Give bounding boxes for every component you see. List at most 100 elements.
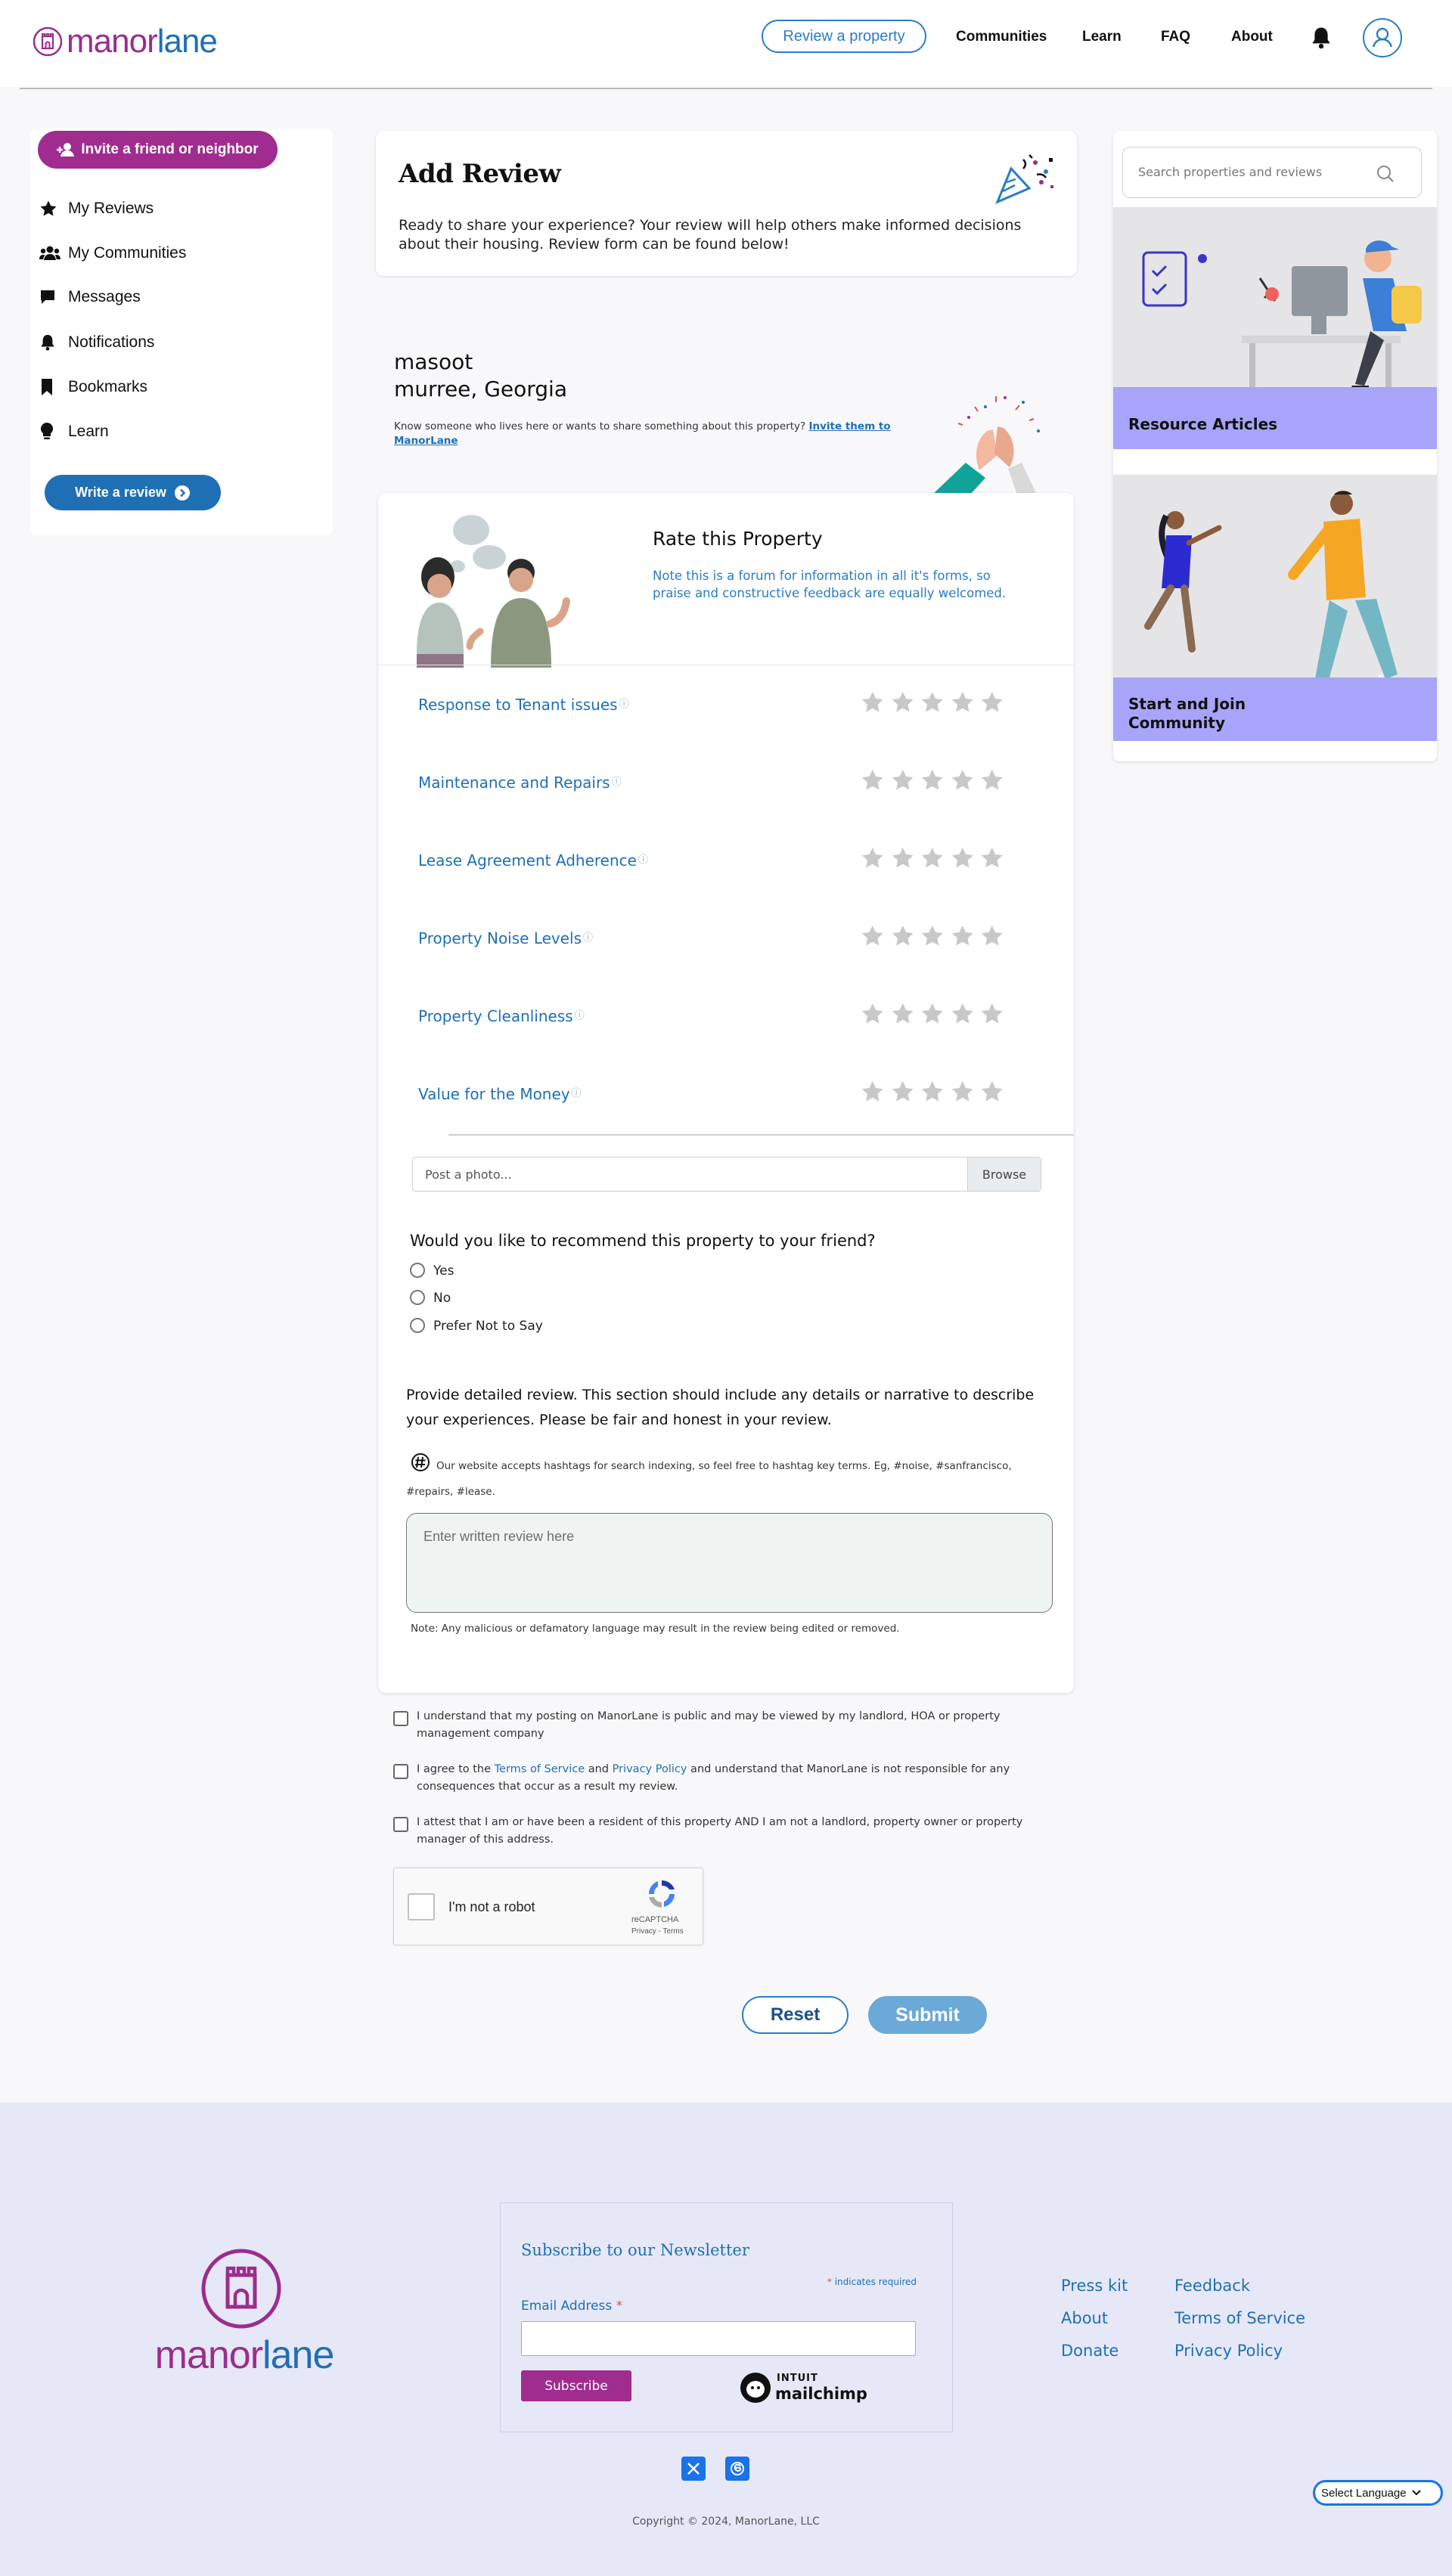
photo-upload[interactable]: Post a photo... Browse	[412, 1157, 1041, 1192]
logo[interactable]: manor lane	[32, 23, 218, 60]
star-icon[interactable]	[980, 846, 1004, 870]
search-input[interactable]: Search properties and reviews	[1122, 147, 1422, 198]
info-icon[interactable]: ⓘ	[619, 699, 629, 710]
star-icon[interactable]	[951, 1002, 975, 1026]
sidebar-item-label: Bookmarks	[68, 378, 148, 395]
radio-yes[interactable]	[410, 1263, 425, 1278]
star-icon[interactable]	[951, 924, 975, 948]
property-name: masoot	[394, 349, 473, 374]
add-review-title: Add Review	[399, 159, 561, 189]
invite-friend-button[interactable]: Invite a friend or neighbor	[38, 131, 278, 169]
footer-link-terms[interactable]: Terms of Service	[1174, 2309, 1305, 2327]
footer-logo[interactable]: manorlane	[142, 2248, 346, 2377]
submit-button[interactable]: Submit	[868, 1996, 987, 2034]
footer-link-privacy[interactable]: Privacy Policy	[1174, 2342, 1283, 2360]
star-icon[interactable]	[891, 690, 915, 715]
star-icon[interactable]	[980, 924, 1004, 948]
review-textarea[interactable]	[406, 1513, 1053, 1613]
footer-link-donate[interactable]: Donate	[1061, 2342, 1118, 2360]
star-icon[interactable]	[980, 768, 1004, 792]
subscribe-button[interactable]: Subscribe	[521, 2370, 631, 2401]
footer-logo-manor: manor	[154, 2333, 263, 2377]
agree-terms-checkbox[interactable]	[393, 1764, 408, 1779]
photo-placeholder: Post a photo...	[425, 1167, 512, 1182]
star-icon[interactable]	[891, 768, 915, 792]
nav-faq[interactable]: FAQ	[1161, 29, 1190, 45]
resource-articles-title: Resource Articles	[1128, 415, 1278, 433]
footer-link-about[interactable]: About	[1061, 2309, 1108, 2327]
star-icon[interactable]	[951, 690, 975, 715]
bell-icon[interactable]	[1310, 26, 1333, 50]
recaptcha-checkbox[interactable]	[408, 1893, 435, 1920]
privacy-policy-link[interactable]: Privacy Policy	[613, 1763, 687, 1775]
star-icon[interactable]	[951, 846, 975, 870]
sidebar-item-label: Learn	[68, 423, 109, 440]
nav-communities[interactable]: Communities	[956, 29, 1047, 45]
agree-resident-checkbox[interactable]	[393, 1817, 408, 1832]
star-icon[interactable]	[920, 1080, 945, 1104]
footer-link-press-kit[interactable]: Press kit	[1061, 2277, 1128, 2295]
star-icon[interactable]	[861, 1002, 885, 1026]
star-icon[interactable]	[920, 1002, 945, 1026]
star-icon[interactable]	[861, 1080, 885, 1104]
invite-friend-label: Invite a friend or neighbor	[81, 141, 259, 157]
sidebar-item-messages[interactable]: Messages	[38, 282, 310, 312]
community-card[interactable]: Start and Join Community	[1113, 475, 1437, 741]
email-input[interactable]	[521, 2321, 916, 2356]
star-icon[interactable]	[920, 924, 945, 948]
star-icon[interactable]	[891, 1080, 915, 1104]
chevron-down-icon	[1411, 2490, 1421, 2496]
nav-learn[interactable]: Learn	[1082, 29, 1122, 45]
star-icon[interactable]	[980, 1080, 1004, 1104]
star-icon[interactable]	[920, 846, 945, 870]
info-icon[interactable]: ⓘ	[583, 932, 593, 944]
review-property-button[interactable]: Review a property	[762, 20, 926, 53]
star-icon[interactable]	[951, 768, 975, 792]
language-select[interactable]: Select Language	[1313, 2480, 1443, 2506]
x-social-button[interactable]	[681, 2457, 706, 2481]
star-icon[interactable]	[891, 924, 915, 948]
browse-button[interactable]: Browse	[967, 1158, 1041, 1191]
agree-terms-mid: and	[585, 1763, 613, 1775]
agree-public-checkbox[interactable]	[393, 1711, 408, 1726]
star-icon[interactable]	[891, 846, 915, 870]
star-icon[interactable]	[920, 768, 945, 792]
radio-prefer-not[interactable]	[410, 1318, 425, 1333]
sidebar-item-my-reviews[interactable]: My Reviews	[38, 194, 310, 224]
terms-of-service-link[interactable]: Terms of Service	[495, 1763, 585, 1775]
write-review-button[interactable]: Write a review	[45, 475, 221, 510]
user-avatar-button[interactable]	[1363, 18, 1402, 57]
sidebar-item-my-communities[interactable]: My Communities	[38, 238, 310, 268]
resource-articles-card[interactable]: Resource Articles	[1113, 207, 1437, 449]
sidebar-item-label: Notifications	[68, 333, 155, 351]
star-icon[interactable]	[980, 690, 1004, 715]
star-icon[interactable]	[861, 846, 885, 870]
star-icon[interactable]	[920, 690, 945, 715]
nav-about[interactable]: About	[1231, 29, 1273, 45]
footer-link-feedback[interactable]: Feedback	[1174, 2277, 1250, 2295]
info-icon[interactable]: ⓘ	[575, 1010, 585, 1021]
star-icon[interactable]	[861, 690, 885, 715]
info-icon[interactable]: ⓘ	[572, 1088, 582, 1099]
star-icon[interactable]	[861, 768, 885, 792]
mailchimp-badge[interactable]: INTUIT mailchimp	[739, 2370, 867, 2404]
star-icon[interactable]	[951, 1080, 975, 1104]
recaptcha-links[interactable]: Privacy - Terms	[631, 1927, 684, 1936]
agree-terms-label: I agree to the Terms of Service and Priv…	[417, 1761, 1052, 1796]
info-icon[interactable]: ⓘ	[612, 777, 622, 788]
sidebar-item-bookmarks[interactable]: Bookmarks	[38, 372, 310, 402]
star-icon[interactable]	[980, 1002, 1004, 1026]
sidebar-item-label: My Reviews	[68, 200, 154, 217]
search-icon[interactable]	[1376, 164, 1395, 184]
threads-social-button[interactable]	[725, 2457, 749, 2481]
reset-button[interactable]: Reset	[742, 1996, 849, 2034]
email-label-text: Email Address	[521, 2299, 613, 2314]
star-icon[interactable]	[861, 924, 885, 948]
info-icon[interactable]: ⓘ	[638, 854, 648, 866]
sidebar-item-learn[interactable]: Learn	[38, 417, 310, 447]
radio-no[interactable]	[410, 1290, 425, 1305]
sidebar-item-notifications[interactable]: Notifications	[38, 327, 310, 358]
star-icon[interactable]	[891, 1002, 915, 1026]
users-icon	[39, 246, 60, 260]
footer: manorlane Subscribe to our Newsletter * …	[0, 2103, 1452, 2576]
